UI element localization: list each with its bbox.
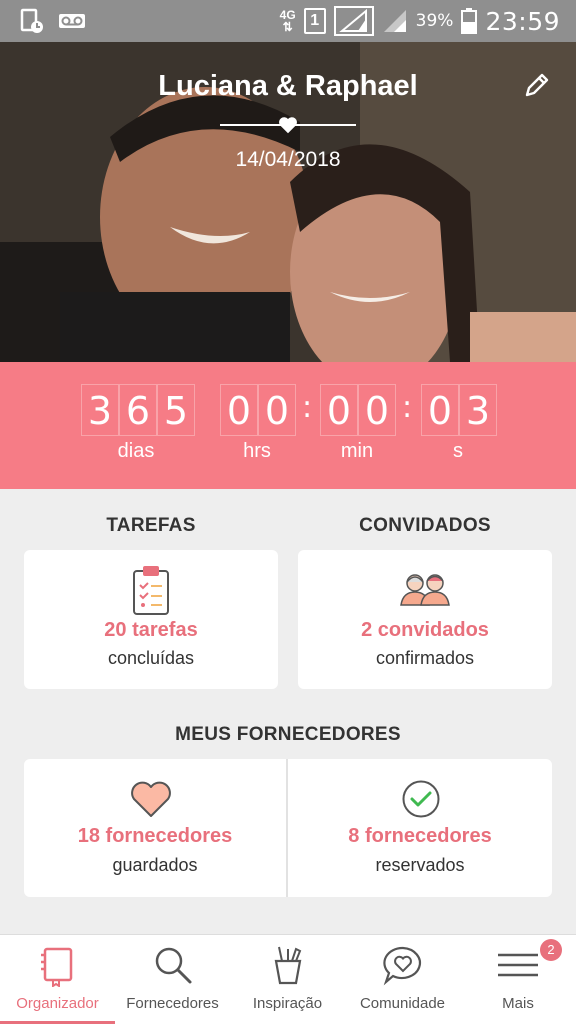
voicemail-icon — [59, 14, 85, 28]
planner-book-icon — [40, 947, 72, 987]
tab-label: Comunidade — [359, 995, 446, 1012]
battery-icon — [461, 8, 478, 34]
bottom-tab-bar: Organizador Fornecedores Inspiração Comu… — [0, 934, 576, 1024]
guests-section-title: CONVIDADOS — [359, 515, 491, 536]
couple-names: Luciana & Raphael — [158, 70, 418, 102]
signal-icon-2 — [383, 10, 406, 32]
booked-vendors-caption: reservados — [375, 855, 465, 875]
guests-count: 2 convidados — [361, 619, 489, 641]
days-digit-3: 5 — [157, 384, 195, 436]
tab-inspiracao[interactable]: Inspiração — [230, 935, 345, 1024]
battery-percent: 39% — [415, 11, 454, 31]
vendors-card: 18 fornecedores guardados 8 fornecedores… — [24, 759, 552, 897]
data-arrows-icon: ⇅ — [282, 20, 293, 34]
tab-comunidade[interactable]: Comunidade — [345, 935, 460, 1024]
tasks-caption: concluídas — [107, 648, 195, 668]
saved-vendors-tile[interactable]: 18 fornecedores guardados — [24, 759, 286, 897]
search-icon — [155, 947, 191, 984]
countdown-timer: 3 6 5 0 0 : 0 0 : 0 3 dias hrs min s — [0, 362, 576, 489]
booked-vendors-tile[interactable]: 8 fornecedores reservados — [288, 759, 552, 897]
colon-separator: : — [402, 390, 413, 425]
tab-mais[interactable]: 2 Mais — [460, 935, 576, 1024]
heart-icon — [279, 117, 297, 134]
booked-vendors-count: 8 fornecedores — [348, 825, 492, 847]
menu-icon — [498, 953, 538, 977]
sim-indicator: 1 — [303, 8, 326, 34]
seconds-digit-1: 0 — [421, 384, 459, 436]
tab-fornecedores[interactable]: Fornecedores — [115, 935, 230, 1024]
heart-icon — [131, 781, 171, 817]
tab-label: Organizador — [16, 995, 99, 1012]
edit-pencil-icon[interactable] — [522, 70, 552, 100]
network-type: 4G ⇅ — [280, 9, 296, 33]
hours-digit-1: 0 — [220, 384, 258, 436]
hours-digit-2: 0 — [258, 384, 296, 436]
tasks-count: 20 tarefas — [104, 619, 198, 641]
days-label: dias — [117, 440, 155, 462]
tasks-card[interactable]: 20 tarefas concluídas — [24, 550, 278, 689]
inspiration-cup-icon — [274, 946, 301, 985]
guests-people-icon — [400, 574, 450, 606]
guests-caption: confirmados — [375, 648, 475, 668]
clipboard-checklist-icon — [133, 566, 169, 615]
tasks-section-title: TAREFAS — [106, 515, 196, 536]
status-bar: 4G ⇅ 1 39% 23:59 — [0, 0, 576, 42]
colon-separator: : — [302, 390, 313, 425]
signal-icon — [333, 6, 374, 36]
days-digit-1: 3 — [81, 384, 119, 436]
wedding-date: 14/04/2018 — [235, 148, 341, 171]
saved-vendors-caption: guardados — [112, 855, 198, 875]
vendors-section-title: MEUS FORNECEDORES — [175, 724, 401, 745]
saved-vendors-count: 18 fornecedores — [77, 825, 233, 847]
minutes-digit-2: 0 — [358, 384, 396, 436]
chat-heart-icon — [382, 946, 421, 986]
tab-label: Inspiração — [252, 995, 323, 1012]
tab-label: Fornecedores — [126, 995, 219, 1012]
hours-label: hrs — [243, 440, 271, 462]
check-circle-icon — [402, 780, 440, 818]
tab-label: Mais — [502, 995, 534, 1012]
minutes-digit-1: 0 — [320, 384, 358, 436]
tab-organizador[interactable]: Organizador — [0, 935, 115, 1024]
guests-card[interactable]: 2 convidados confirmados — [298, 550, 552, 689]
clock: 23:59 — [485, 6, 560, 36]
notification-badge: 2 — [540, 939, 562, 961]
sim-card-alert-icon — [20, 8, 43, 33]
seconds-label: s — [453, 440, 463, 462]
minutes-label: min — [340, 440, 374, 462]
couple-photo-header: Luciana & Raphael 14/04/2018 — [0, 42, 576, 362]
seconds-digit-2: 3 — [459, 384, 497, 436]
days-digit-2: 6 — [119, 384, 157, 436]
